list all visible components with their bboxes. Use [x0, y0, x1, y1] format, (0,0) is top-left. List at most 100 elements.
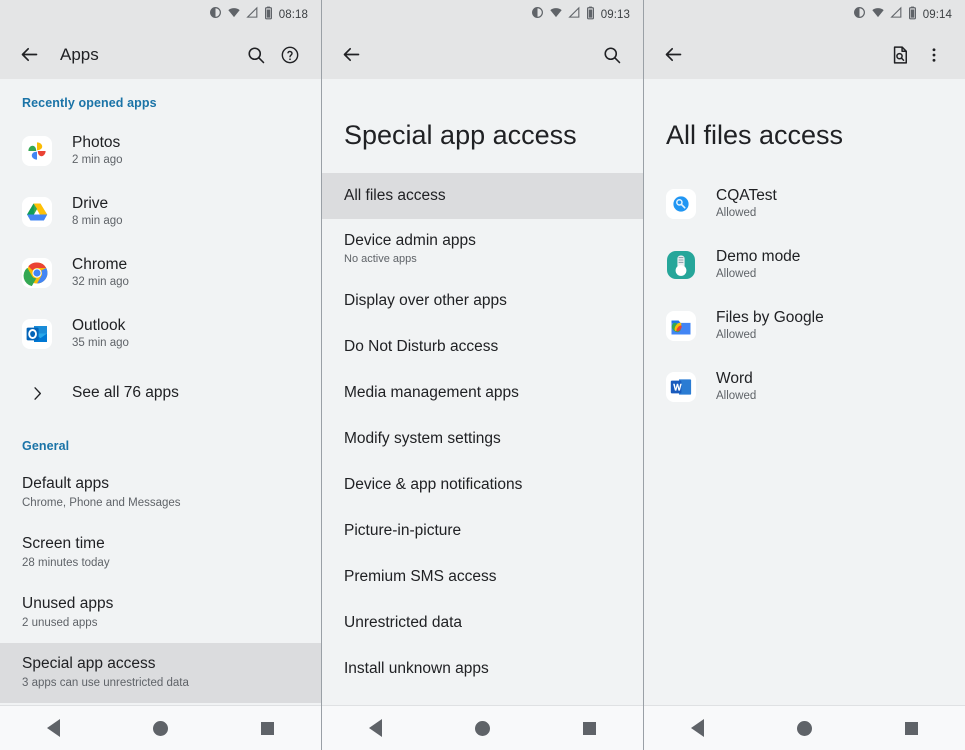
list-item-texts: Files by Google Allowed — [716, 308, 824, 343]
battery-icon — [586, 6, 595, 25]
status-time: 08:18 — [279, 9, 308, 21]
panel-special-app-access: 09:13 Special app access All files acces… — [322, 0, 644, 750]
special-app-access-content: Special app access All files access Devi… — [322, 79, 643, 705]
dnd-icon — [209, 6, 222, 24]
app-name: Photos — [72, 133, 123, 152]
signal-icon — [890, 6, 903, 24]
settings-row-default-apps[interactable]: Default apps Chrome, Phone and Messages — [0, 463, 321, 523]
microsoft-word-icon — [664, 370, 698, 404]
wifi-icon — [227, 6, 241, 24]
nav-home-icon[interactable] — [455, 706, 511, 750]
row-unrestricted-data[interactable]: Unrestricted data — [322, 600, 643, 646]
app-last-used: 8 min ago — [72, 215, 123, 229]
row-do-not-disturb-access[interactable]: Do Not Disturb access — [322, 324, 643, 370]
navigation-bar-1 — [0, 705, 321, 750]
signal-icon — [246, 6, 259, 24]
list-item-texts: Demo mode Allowed — [716, 247, 800, 282]
three-panel-screenshot: 08:18 Apps Recently opened apps — [0, 0, 965, 750]
row-title: Do Not Disturb access — [344, 337, 621, 357]
nav-recents-icon[interactable] — [884, 706, 940, 750]
see-all-apps-row[interactable]: See all 76 apps — [0, 364, 321, 422]
overflow-menu-icon[interactable] — [917, 38, 951, 72]
row-media-management-apps[interactable]: Media management apps — [322, 370, 643, 416]
list-item[interactable]: Drive 8 min ago — [0, 181, 321, 242]
settings-row-unused-apps[interactable]: Unused apps 2 unused apps — [0, 583, 321, 643]
back-arrow-icon[interactable] — [334, 38, 368, 72]
row-display-over-other-apps[interactable]: Display over other apps — [322, 278, 643, 324]
list-item[interactable]: Demo mode Allowed — [644, 234, 965, 295]
list-item[interactable]: Outlook 35 min ago — [0, 303, 321, 364]
search-icon[interactable] — [595, 38, 629, 72]
app-name: CQATest — [716, 186, 777, 205]
google-drive-icon — [20, 195, 54, 229]
list-item-texts: Word Allowed — [716, 369, 756, 404]
row-device-and-app-notifications[interactable]: Device & app notifications — [322, 462, 643, 508]
status-bar-1: 08:18 — [0, 0, 321, 30]
microsoft-outlook-icon — [20, 317, 54, 351]
google-photos-icon — [20, 134, 54, 168]
cqatest-icon — [664, 187, 698, 221]
app-last-used: 35 min ago — [72, 337, 129, 351]
back-arrow-icon[interactable] — [656, 38, 690, 72]
row-title: Premium SMS access — [344, 567, 621, 587]
status-time: 09:14 — [923, 9, 952, 21]
status-bar-3: 09:14 — [644, 0, 965, 30]
app-last-used: 2 min ago — [72, 154, 123, 168]
row-subtitle: 28 minutes today — [22, 557, 299, 571]
list-item-texts: CQATest Allowed — [716, 186, 777, 221]
row-subtitle: Chrome, Phone and Messages — [22, 497, 299, 511]
row-device-admin-apps[interactable]: Device admin apps No active apps — [322, 219, 643, 278]
app-permission-status: Allowed — [716, 329, 824, 343]
row-title: Picture-in-picture — [344, 521, 621, 541]
search-icon[interactable] — [239, 38, 273, 72]
list-item[interactable]: Files by Google Allowed — [644, 295, 965, 356]
row-title: Unrestricted data — [344, 613, 621, 633]
app-last-used: 32 min ago — [72, 276, 129, 290]
app-name: Chrome — [72, 255, 129, 274]
row-all-files-access[interactable]: All files access — [322, 173, 643, 219]
list-item[interactable]: Photos 2 min ago — [0, 120, 321, 181]
list-item[interactable]: CQATest Allowed — [644, 173, 965, 234]
nav-back-icon[interactable] — [348, 706, 404, 750]
section-recently-opened: Recently opened apps — [0, 79, 321, 120]
row-title: Device admin apps — [344, 231, 621, 251]
row-title: Unused apps — [22, 594, 299, 614]
row-title: Install unknown apps — [344, 659, 621, 679]
demo-mode-icon — [664, 248, 698, 282]
help-icon[interactable] — [273, 38, 307, 72]
row-subtitle: 2 unused apps — [22, 617, 299, 631]
row-modify-system-settings[interactable]: Modify system settings — [322, 416, 643, 462]
apps-content: Recently opened apps Photos 2 min ago — [0, 79, 321, 705]
status-time: 09:13 — [601, 9, 630, 21]
nav-recents-icon[interactable] — [240, 706, 296, 750]
settings-row-special-app-access[interactable]: Special app access 3 apps can use unrest… — [0, 643, 321, 703]
wifi-icon — [871, 6, 885, 24]
row-title: Media management apps — [344, 383, 621, 403]
page-title: Apps — [60, 45, 99, 65]
list-item[interactable]: Word Allowed — [644, 356, 965, 417]
row-install-unknown-apps[interactable]: Install unknown apps — [322, 646, 643, 692]
nav-recents-icon[interactable] — [562, 706, 618, 750]
chevron-right-icon — [20, 376, 54, 410]
row-title: All files access — [344, 186, 621, 206]
panel-apps: 08:18 Apps Recently opened apps — [0, 0, 322, 750]
back-arrow-icon[interactable] — [12, 38, 46, 72]
nav-home-icon[interactable] — [133, 706, 189, 750]
navigation-bar-3 — [644, 705, 965, 750]
settings-row-screen-time[interactable]: Screen time 28 minutes today — [0, 523, 321, 583]
nav-back-icon[interactable] — [26, 706, 82, 750]
document-search-icon[interactable] — [883, 38, 917, 72]
row-alarms-and-reminders[interactable]: Alarms & reminders — [322, 692, 643, 705]
list-item[interactable]: Chrome 32 min ago — [0, 242, 321, 303]
section-general: General — [0, 422, 321, 463]
row-premium-sms-access[interactable]: Premium SMS access — [322, 554, 643, 600]
signal-icon — [568, 6, 581, 24]
row-picture-in-picture[interactable]: Picture-in-picture — [322, 508, 643, 554]
dnd-icon — [531, 6, 544, 24]
toolbar-apps: Apps — [0, 30, 321, 79]
row-title: Display over other apps — [344, 291, 621, 311]
dnd-icon — [853, 6, 866, 24]
nav-back-icon[interactable] — [670, 706, 726, 750]
nav-home-icon[interactable] — [777, 706, 833, 750]
list-item-texts: Photos 2 min ago — [72, 133, 123, 168]
